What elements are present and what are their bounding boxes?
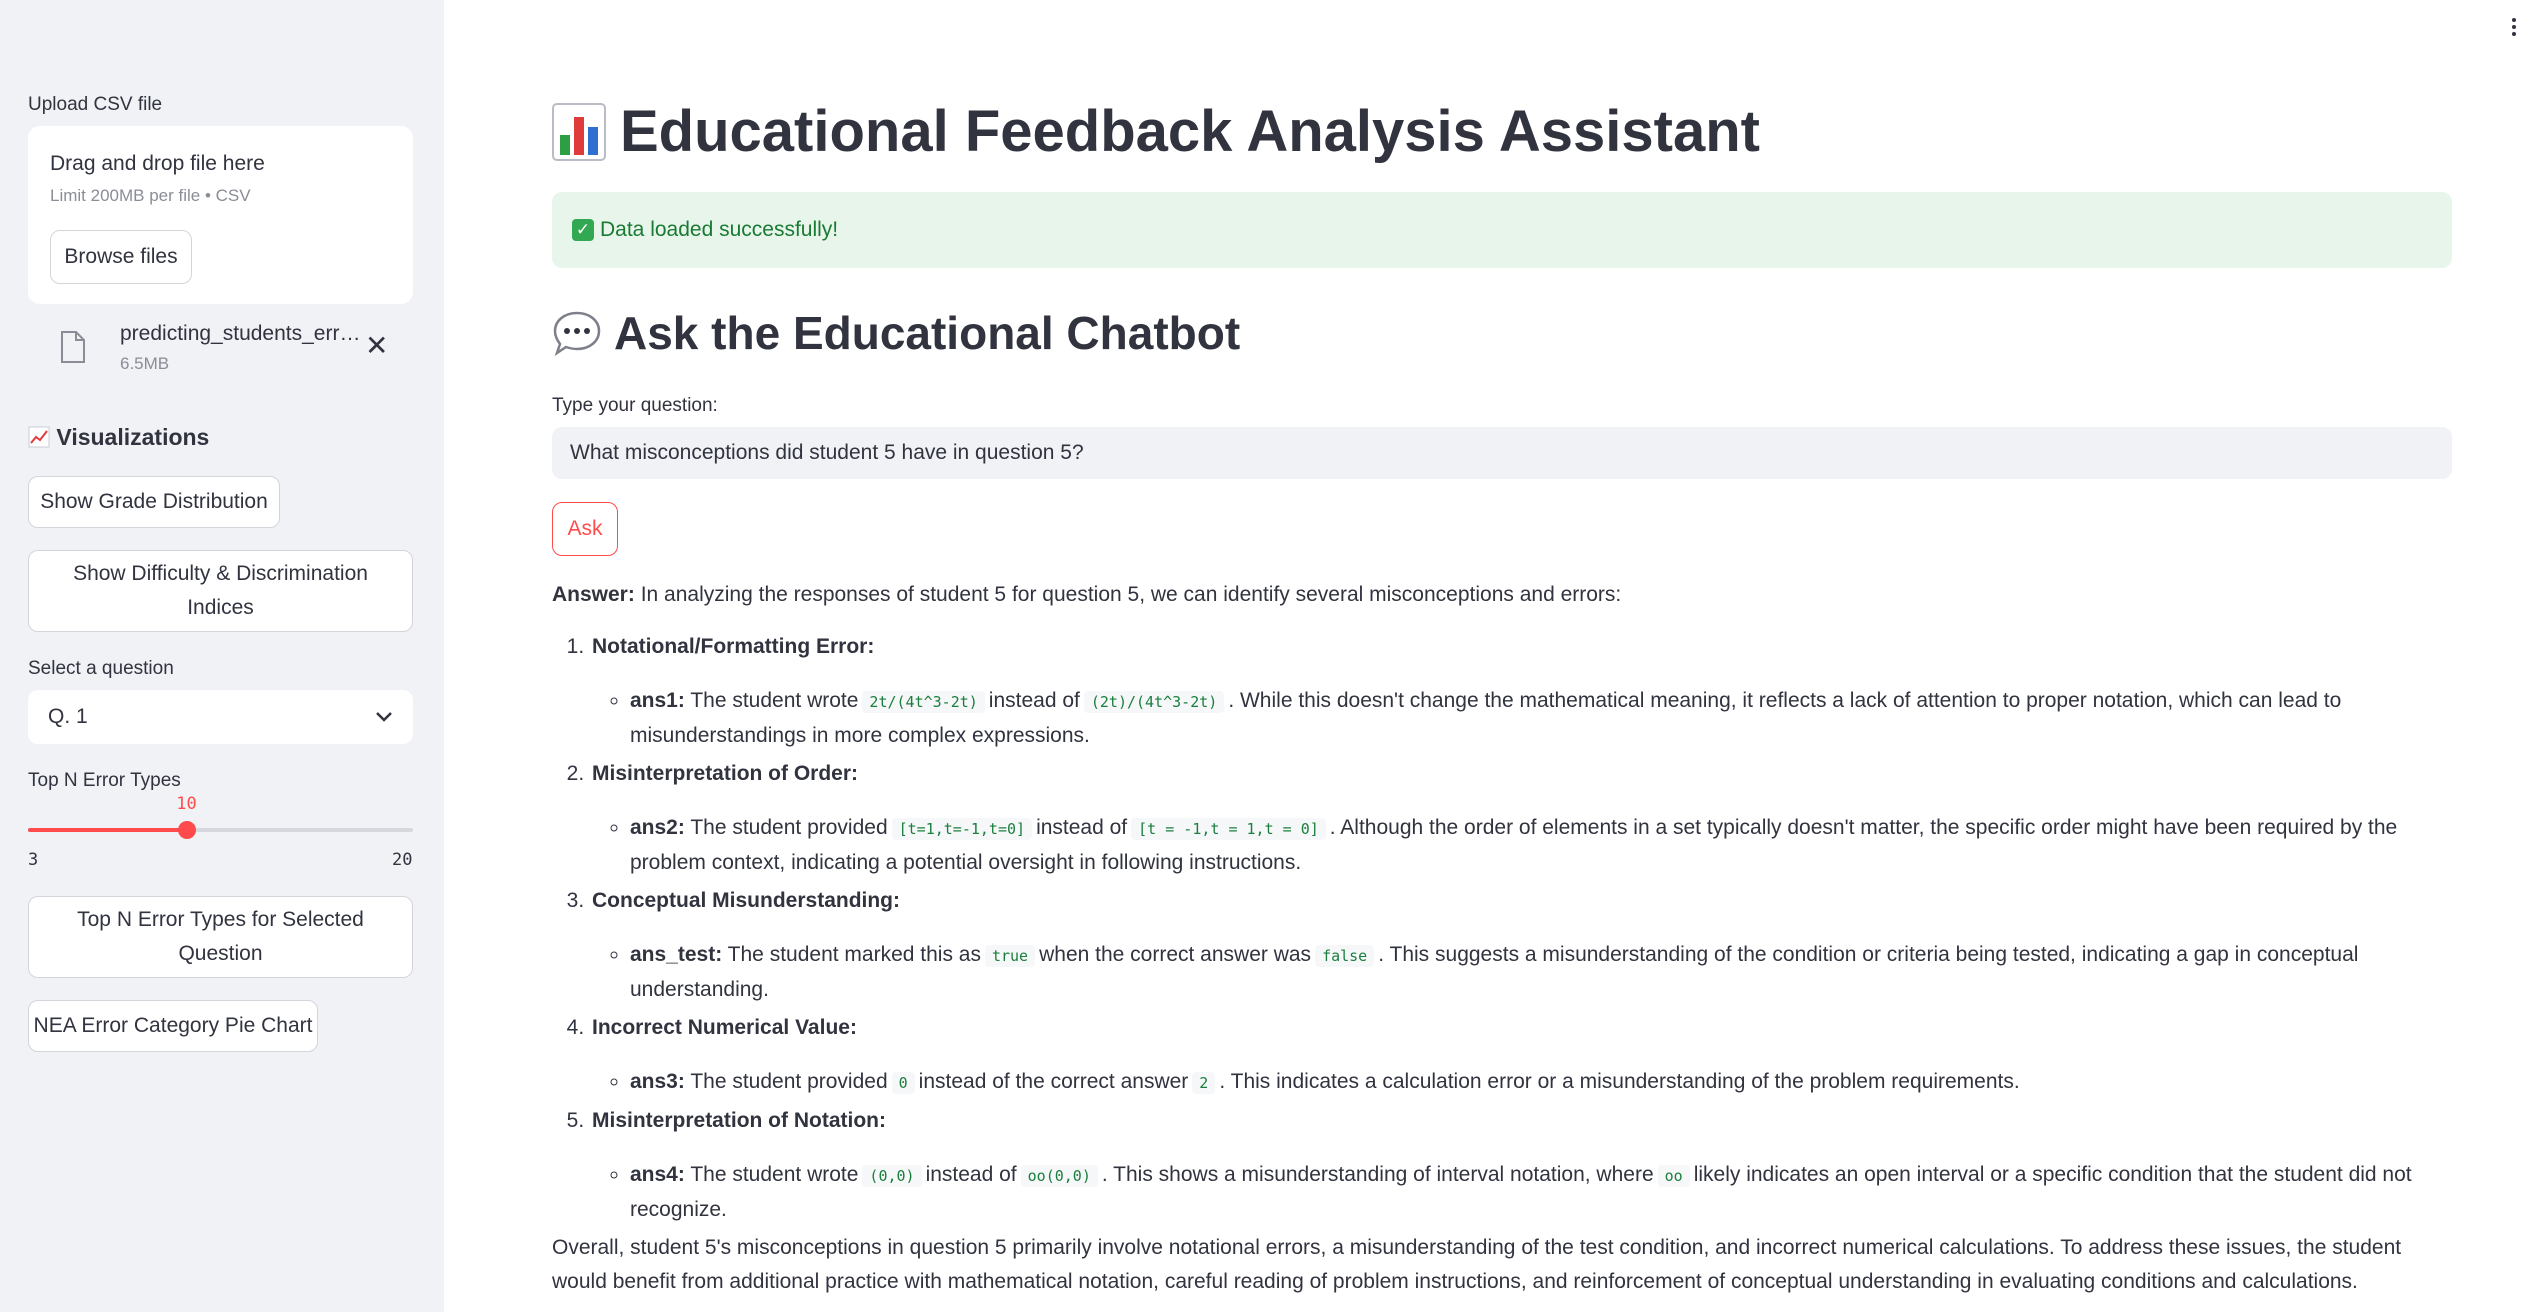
slider-handle[interactable] <box>177 821 196 839</box>
slider-min: 3 <box>28 850 39 870</box>
item-text: The student provided <box>690 816 888 839</box>
chart-increasing-icon <box>28 424 56 450</box>
page-title: Educational Feedback Analysis Assistant <box>552 98 1760 165</box>
list-item: Conceptual Misunderstanding: ans_test: T… <box>590 884 2452 1007</box>
item-text: when the correct answer was <box>1039 943 1312 966</box>
answer-block: Answer: In analyzing the responses of st… <box>552 578 2452 1299</box>
question-input[interactable]: What misconceptions did student 5 have i… <box>552 427 2452 479</box>
inline-code: 2t/(4t^3-2t) <box>862 691 985 713</box>
item-detail: ans1: The student wrote2t/(4t^3-2t)inste… <box>630 684 2452 753</box>
item-key: ans_test: <box>630 943 723 966</box>
item-text: instead of <box>1036 816 1128 839</box>
uploaded-file: predicting_students_err… 6.5MB ✕ <box>28 318 413 378</box>
close-icon[interactable]: ✕ <box>365 332 388 360</box>
success-text: Data loaded successfully! <box>600 218 839 241</box>
slider-value: 10 <box>176 794 197 814</box>
item-heading: Incorrect Numerical Value: <box>592 1016 857 1039</box>
inline-code: 0 <box>891 1072 915 1094</box>
inline-code: 2 <box>1192 1072 1216 1094</box>
item-text: The student wrote <box>690 1163 859 1186</box>
answer-intro: Answer: In analyzing the responses of st… <box>552 578 2452 612</box>
inline-code: oo(0,0) <box>1020 1165 1098 1187</box>
inline-code: [t=1,t=-1,t=0] <box>891 818 1033 840</box>
bar-chart-icon <box>552 102 606 161</box>
item-heading: Notational/Formatting Error: <box>592 635 875 658</box>
item-text: The student wrote <box>690 689 859 712</box>
viz-heading-text: Visualizations <box>56 424 210 450</box>
title-text: Educational Feedback Analysis Assistant <box>620 99 1760 164</box>
list-item: Notational/Formatting Error: ans1: The s… <box>590 630 2452 753</box>
show-difficulty-button[interactable]: Show Difficulty & Discrimination Indices <box>28 550 413 632</box>
browse-files-button[interactable]: Browse files <box>50 230 192 284</box>
chat-heading-text: Ask the Educational Chatbot <box>614 307 1241 359</box>
item-text: . This shows a misunderstanding of inter… <box>1101 1163 1654 1186</box>
top-n-slider[interactable]: 10 <box>28 794 413 839</box>
item-key: ans3: <box>630 1070 685 1093</box>
question-label: Type your question: <box>552 395 718 416</box>
item-heading: Misinterpretation of Order: <box>592 762 859 785</box>
limit-text: Limit 200MB per file • CSV <box>50 186 251 205</box>
list-item: Misinterpretation of Notation: ans4: The… <box>590 1104 2452 1227</box>
slider-fill <box>28 828 187 832</box>
success-alert: ✓ Data loaded successfully! <box>552 192 2452 268</box>
ask-button[interactable]: Ask <box>552 502 618 556</box>
file-dropzone[interactable]: Drag and drop file here Limit 200MB per … <box>28 126 413 304</box>
answer-prefix: Answer: <box>552 583 635 606</box>
select-question-label: Select a question <box>28 658 174 679</box>
answer-intro-text: In analyzing the responses of student 5 … <box>640 583 1622 606</box>
file-icon <box>61 331 85 363</box>
kebab-menu-icon[interactable] <box>2512 18 2518 39</box>
inline-code: (0,0) <box>862 1165 922 1187</box>
item-text: The student provided <box>690 1070 888 1093</box>
file-name: predicting_students_err… <box>120 322 361 345</box>
nea-pie-chart-button[interactable]: NEA Error Category Pie Chart <box>28 1000 318 1052</box>
item-key: ans4: <box>630 1163 685 1186</box>
visualizations-heading: Visualizations <box>28 424 209 451</box>
item-detail: ans4: The student wrote(0,0)instead ofoo… <box>630 1158 2452 1227</box>
check-mark-icon: ✓ <box>572 219 594 241</box>
file-size: 6.5MB <box>120 354 170 373</box>
item-text: The student marked this as <box>727 943 981 966</box>
item-heading: Conceptual Misunderstanding: <box>592 889 901 912</box>
upload-label: Upload CSV file <box>28 94 163 115</box>
list-item: Misinterpretation of Order: ans2: The st… <box>590 757 2452 880</box>
misconception-list: Notational/Formatting Error: ans1: The s… <box>552 630 2452 1227</box>
item-text: instead of the correct answer <box>918 1070 1189 1093</box>
list-item: Incorrect Numerical Value: ans3: The stu… <box>590 1011 2452 1100</box>
select-value: Q. 1 <box>48 705 88 728</box>
drag-text: Drag and drop file here <box>50 152 265 175</box>
inline-code: [t = -1,t = 1,t = 0] <box>1131 818 1326 840</box>
item-text: instead of <box>925 1163 1017 1186</box>
item-detail: ans2: The student provided[t=1,t=-1,t=0]… <box>630 811 2452 880</box>
answer-summary: Overall, student 5's misconceptions in q… <box>552 1236 2402 1293</box>
item-text: instead of <box>988 689 1080 712</box>
chevron-down-icon <box>376 712 392 722</box>
inline-code: (2t)/(4t^3-2t) <box>1083 691 1225 713</box>
inline-code: oo <box>1657 1165 1690 1187</box>
inline-code: true <box>984 945 1036 967</box>
show-grade-distribution-button[interactable]: Show Grade Distribution <box>28 476 280 528</box>
item-text: . This indicates a calculation error or … <box>1219 1070 2020 1093</box>
item-heading: Misinterpretation of Notation: <box>592 1109 886 1132</box>
speech-bubble-icon <box>553 311 601 356</box>
item-key: ans1: <box>630 689 685 712</box>
slider-max: 20 <box>392 850 413 870</box>
item-detail: ans3: The student provided0instead of th… <box>630 1065 2452 1100</box>
inline-code: false <box>1315 945 1375 967</box>
sidebar: Upload CSV file Drag and drop file here … <box>0 0 444 1312</box>
chat-heading: Ask the Educational Chatbot <box>552 306 1240 360</box>
item-key: ans2: <box>630 816 685 839</box>
question-select[interactable]: Q. 1 <box>28 690 413 744</box>
top-n-error-types-button[interactable]: Top N Error Types for Selected Question <box>28 896 413 978</box>
slider-label: Top N Error Types <box>28 770 181 791</box>
main-area: Educational Feedback Analysis Assistant … <box>444 0 2530 1312</box>
item-detail: ans_test: The student marked this astrue… <box>630 938 2452 1007</box>
